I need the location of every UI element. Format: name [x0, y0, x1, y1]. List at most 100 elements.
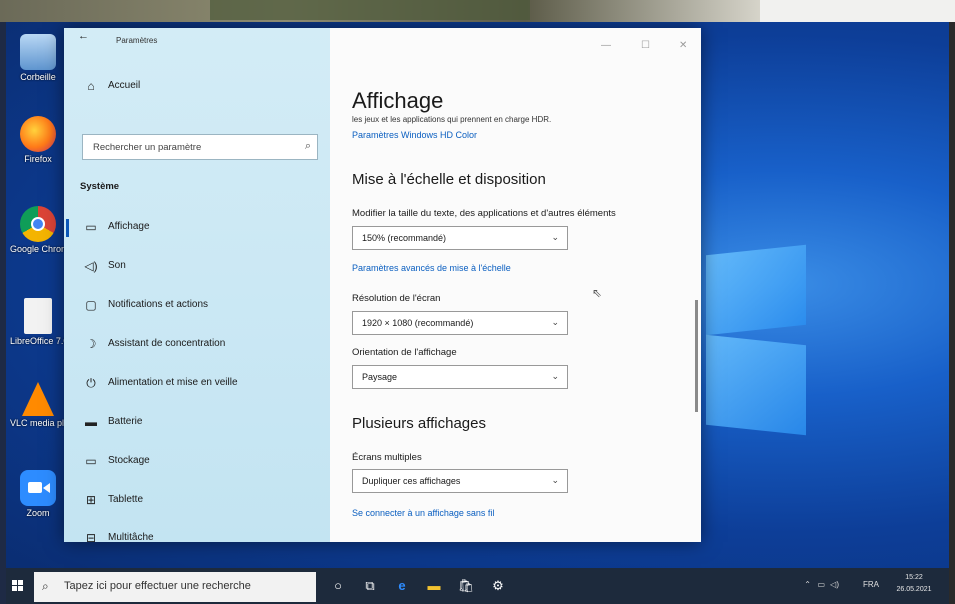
sidebar-item-label: Stockage — [108, 455, 150, 466]
taskbar-clock[interactable]: 15:22 26.05.2021 — [887, 572, 941, 596]
minimize-icon[interactable]: — — [601, 40, 611, 51]
desktop-icon-chrome[interactable]: Google Chrome — [10, 202, 66, 272]
sidebar-item-multitache[interactable]: ⊟ Multitâche — [64, 524, 330, 542]
settings-search-input[interactable]: Rechercher un paramètre ⌕ — [82, 134, 318, 160]
moon-icon: ☽ — [85, 337, 97, 351]
sidebar-item-concentration[interactable]: ☽ Assistant de concentration — [64, 330, 330, 360]
volume-icon[interactable]: ◁) — [830, 580, 839, 589]
desktop-icon-libreoffice[interactable]: LibreOffice 7.0 — [10, 294, 66, 364]
sidebar-item-label: Affichage — [108, 221, 150, 232]
sidebar-section-label: Système — [80, 181, 120, 192]
chevron-up-icon[interactable]: ⌃ — [804, 580, 811, 589]
page-title: Affichage — [352, 88, 444, 113]
mouse-cursor-icon: ⇖ — [592, 286, 603, 300]
back-arrow-icon[interactable]: ← — [78, 30, 89, 42]
sidebar-item-label: Notifications et actions — [108, 299, 209, 310]
sidebar-item-label: Multitâche — [108, 532, 154, 542]
window-caption-buttons: — ☐ ✕ — [591, 40, 701, 58]
task-view-icon[interactable]: ⧉ — [356, 572, 384, 600]
orientation-dropdown[interactable]: Paysage ⌄ — [352, 365, 568, 389]
sidebar-item-alimentation[interactable]: ⏻ Alimentation et mise en veille — [64, 369, 330, 399]
scale-section-title: Mise à l'échelle et disposition — [352, 171, 546, 188]
clock-date: 26.05.2021 — [896, 586, 932, 593]
display-icon: ▭ — [85, 220, 97, 234]
sidebar-item-label: Batterie — [108, 416, 143, 427]
sidebar-item-batterie[interactable]: ▬ Batterie — [64, 408, 330, 438]
sidebar-item-tablette[interactable]: ⊞ Tablette — [64, 486, 330, 516]
chevron-down-icon: ⌄ — [551, 317, 559, 327]
sidebar-item-son[interactable]: ◁) Son — [64, 252, 330, 282]
desktop-icon-recycle-bin[interactable]: Corbeille — [10, 30, 66, 100]
orientation-label: Orientation de l'affichage — [352, 347, 457, 358]
windows-logo-wallpaper — [706, 232, 806, 442]
hd-color-link[interactable]: Paramètres Windows HD Color — [352, 130, 477, 140]
wireless-display-link[interactable]: Se connecter à un affichage sans fil — [352, 508, 494, 518]
sidebar-item-stockage[interactable]: ▭ Stockage — [64, 447, 330, 477]
libreoffice-icon — [24, 298, 52, 334]
sidebar-item-label: Tablette — [108, 494, 144, 505]
search-icon: ⌕ — [304, 140, 311, 152]
desktop-icon-label: Corbeille — [20, 72, 56, 82]
resolution-dropdown[interactable]: 1920 × 1080 (recommandé) ⌄ — [352, 311, 568, 335]
advanced-scale-link[interactable]: Paramètres avancés de mise à l'échelle — [352, 263, 511, 273]
taskbar-search-input[interactable]: ⌕ Tapez ici pour effectuer une recherche — [34, 572, 316, 602]
sidebar-item-affichage[interactable]: ▭ Affichage — [64, 213, 330, 243]
chevron-down-icon: ⌄ — [551, 232, 559, 242]
recycle-bin-icon — [20, 34, 56, 70]
taskbar: ⌕ Tapez ici pour effectuer une recherche… — [6, 568, 949, 604]
close-icon[interactable]: ✕ — [679, 40, 687, 51]
settings-gear-icon[interactable]: ⚙ — [484, 572, 512, 600]
scale-label: Modifier la taille du texte, des applica… — [352, 208, 616, 219]
maximize-icon[interactable]: ☐ — [641, 40, 650, 51]
file-explorer-icon[interactable]: ▬ — [420, 572, 448, 600]
speaker-icon: ◁) — [84, 259, 98, 273]
tablet-icon: ⊞ — [85, 493, 97, 507]
vlc-icon — [22, 382, 54, 416]
settings-sidebar: ← Paramètres ⌂ Accueil Rechercher un par… — [64, 28, 330, 542]
background-furniture — [210, 0, 530, 20]
multi-display-dropdown-value: Dupliquer ces affichages — [362, 476, 461, 486]
multi-display-dropdown[interactable]: Dupliquer ces affichages ⌄ — [352, 469, 568, 493]
window-title: Paramètres — [116, 36, 158, 45]
settings-window: ← Paramètres ⌂ Accueil Rechercher un par… — [64, 28, 701, 542]
multi-display-label: Écrans multiples — [352, 452, 422, 463]
search-icon: ⌕ — [42, 579, 49, 593]
network-icon[interactable]: ▭ — [817, 580, 825, 589]
orientation-dropdown-value: Paysage — [362, 372, 398, 382]
sidebar-item-home[interactable]: ⌂ Accueil — [64, 72, 330, 102]
home-icon: ⌂ — [87, 79, 95, 93]
sidebar-item-label: Son — [108, 260, 126, 271]
power-icon: ⏻ — [86, 376, 96, 390]
hdr-description: les jeux et les applications qui prennen… — [352, 115, 552, 124]
taskbar-search-placeholder: Tapez ici pour effectuer une recherche — [64, 580, 251, 592]
desktop-icon-zoom[interactable]: Zoom — [10, 466, 66, 536]
desktop-icon-label: Zoom — [26, 508, 50, 518]
battery-icon: ▬ — [85, 415, 97, 429]
sidebar-item-label: Alimentation et mise en veille — [108, 377, 238, 388]
settings-content: — ☐ ✕ Affichage les jeux et les applicat… — [330, 28, 701, 542]
cortana-icon[interactable]: ○ — [324, 572, 352, 600]
desktop-icon-label: VLC media player — [10, 418, 66, 428]
firefox-icon — [20, 116, 56, 152]
desktop-icon-firefox[interactable]: Firefox — [10, 112, 66, 182]
store-icon[interactable]: 🛍 — [452, 572, 480, 600]
notification-icon: ▢ — [85, 298, 97, 312]
monitor-bezel-right — [949, 22, 955, 604]
multitask-icon: ⊟ — [85, 531, 97, 542]
desktop-icon-label: LibreOffice 7.0 — [10, 336, 66, 346]
edge-icon[interactable]: e — [388, 572, 416, 600]
desktop-icon-vlc[interactable]: VLC media player — [10, 378, 66, 448]
start-button[interactable] — [6, 568, 30, 604]
sidebar-item-notifications[interactable]: ▢ Notifications et actions — [64, 291, 330, 321]
desktop-icon-label: Firefox — [24, 154, 52, 164]
search-placeholder: Rechercher un paramètre — [93, 142, 202, 153]
content-scrollbar[interactable] — [695, 300, 698, 412]
clock-time: 15:22 — [905, 574, 923, 581]
sidebar-item-label: Accueil — [108, 80, 141, 91]
scale-dropdown[interactable]: 150% (recommandé) ⌄ — [352, 226, 568, 250]
desktop-icon-label: Google Chrome — [10, 244, 66, 254]
resolution-dropdown-value: 1920 × 1080 (recommandé) — [362, 318, 474, 328]
resolution-label: Résolution de l'écran — [352, 293, 441, 304]
language-indicator[interactable]: FRA — [863, 580, 879, 589]
multi-display-section-title: Plusieurs affichages — [352, 415, 486, 432]
